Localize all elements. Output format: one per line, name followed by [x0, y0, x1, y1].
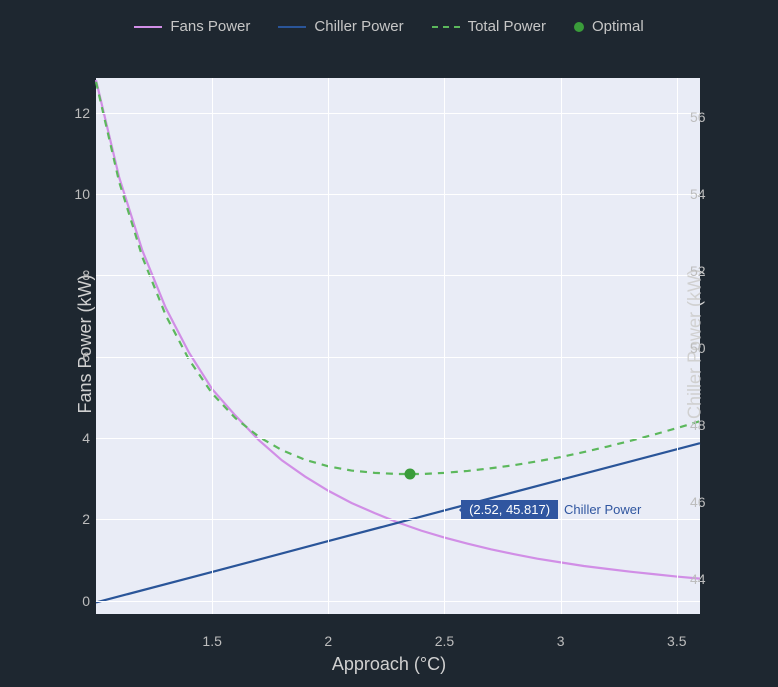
- x-tick: 2: [324, 633, 332, 649]
- grid-line: [96, 194, 700, 195]
- grid-line: [96, 275, 700, 276]
- dot-icon: [574, 22, 584, 32]
- grid-line: [96, 601, 700, 602]
- dashed-line-icon: [432, 26, 460, 28]
- optimal-point: [404, 469, 415, 480]
- line-icon: [278, 26, 306, 28]
- y2-tick: 48: [690, 417, 730, 433]
- y2-tick: 54: [690, 186, 730, 202]
- y1-tick: 2: [50, 511, 90, 527]
- annotation-value: (2.52, 45.817): [461, 500, 558, 519]
- y1-tick: 10: [50, 186, 90, 202]
- point-annotation: (2.52, 45.817) Chiller Power: [461, 500, 641, 519]
- y2-tick: 50: [690, 340, 730, 356]
- y1-axis-label: Fans Power (kW): [75, 274, 96, 413]
- legend: Fans Power Chiller Power Total Power Opt…: [0, 18, 778, 35]
- grid-line: [212, 78, 213, 614]
- grid-line: [677, 78, 678, 614]
- grid-line: [96, 113, 700, 114]
- legend-item-total[interactable]: Total Power: [432, 18, 546, 35]
- grid-line: [444, 78, 445, 614]
- series-total-power: [96, 82, 700, 474]
- legend-item-fans[interactable]: Fans Power: [134, 18, 250, 35]
- legend-item-optimal[interactable]: Optimal: [574, 18, 644, 35]
- y2-tick: 52: [690, 263, 730, 279]
- y1-tick: 12: [50, 105, 90, 121]
- legend-label: Total Power: [468, 18, 546, 35]
- annotation-trace-name: Chiller Power: [564, 502, 641, 517]
- y2-tick: 46: [690, 494, 730, 510]
- plot-area[interactable]: (2.52, 45.817) Chiller Power: [96, 78, 700, 614]
- legend-item-chiller[interactable]: Chiller Power: [278, 18, 403, 35]
- grid-line: [328, 78, 329, 614]
- chart-container: Fans Power Chiller Power Total Power Opt…: [0, 0, 778, 687]
- y2-tick: 44: [690, 571, 730, 587]
- x-tick: 3: [557, 633, 565, 649]
- x-tick: 1.5: [202, 633, 221, 649]
- y1-tick: 8: [50, 267, 90, 283]
- grid-line: [96, 519, 700, 520]
- series-chiller-power: [96, 443, 700, 602]
- x-axis-label: Approach (°C): [332, 654, 446, 675]
- legend-label: Optimal: [592, 18, 644, 35]
- x-tick: 3.5: [667, 633, 686, 649]
- x-tick: 2.5: [435, 633, 454, 649]
- line-icon: [134, 26, 162, 28]
- y1-tick: 0: [50, 593, 90, 609]
- grid-line: [561, 78, 562, 614]
- y2-tick: 56: [690, 109, 730, 125]
- y1-tick: 6: [50, 349, 90, 365]
- grid-line: [96, 357, 700, 358]
- y1-tick: 4: [50, 430, 90, 446]
- legend-label: Fans Power: [170, 18, 250, 35]
- grid-line: [96, 438, 700, 439]
- legend-label: Chiller Power: [314, 18, 403, 35]
- chart-svg: [96, 78, 700, 614]
